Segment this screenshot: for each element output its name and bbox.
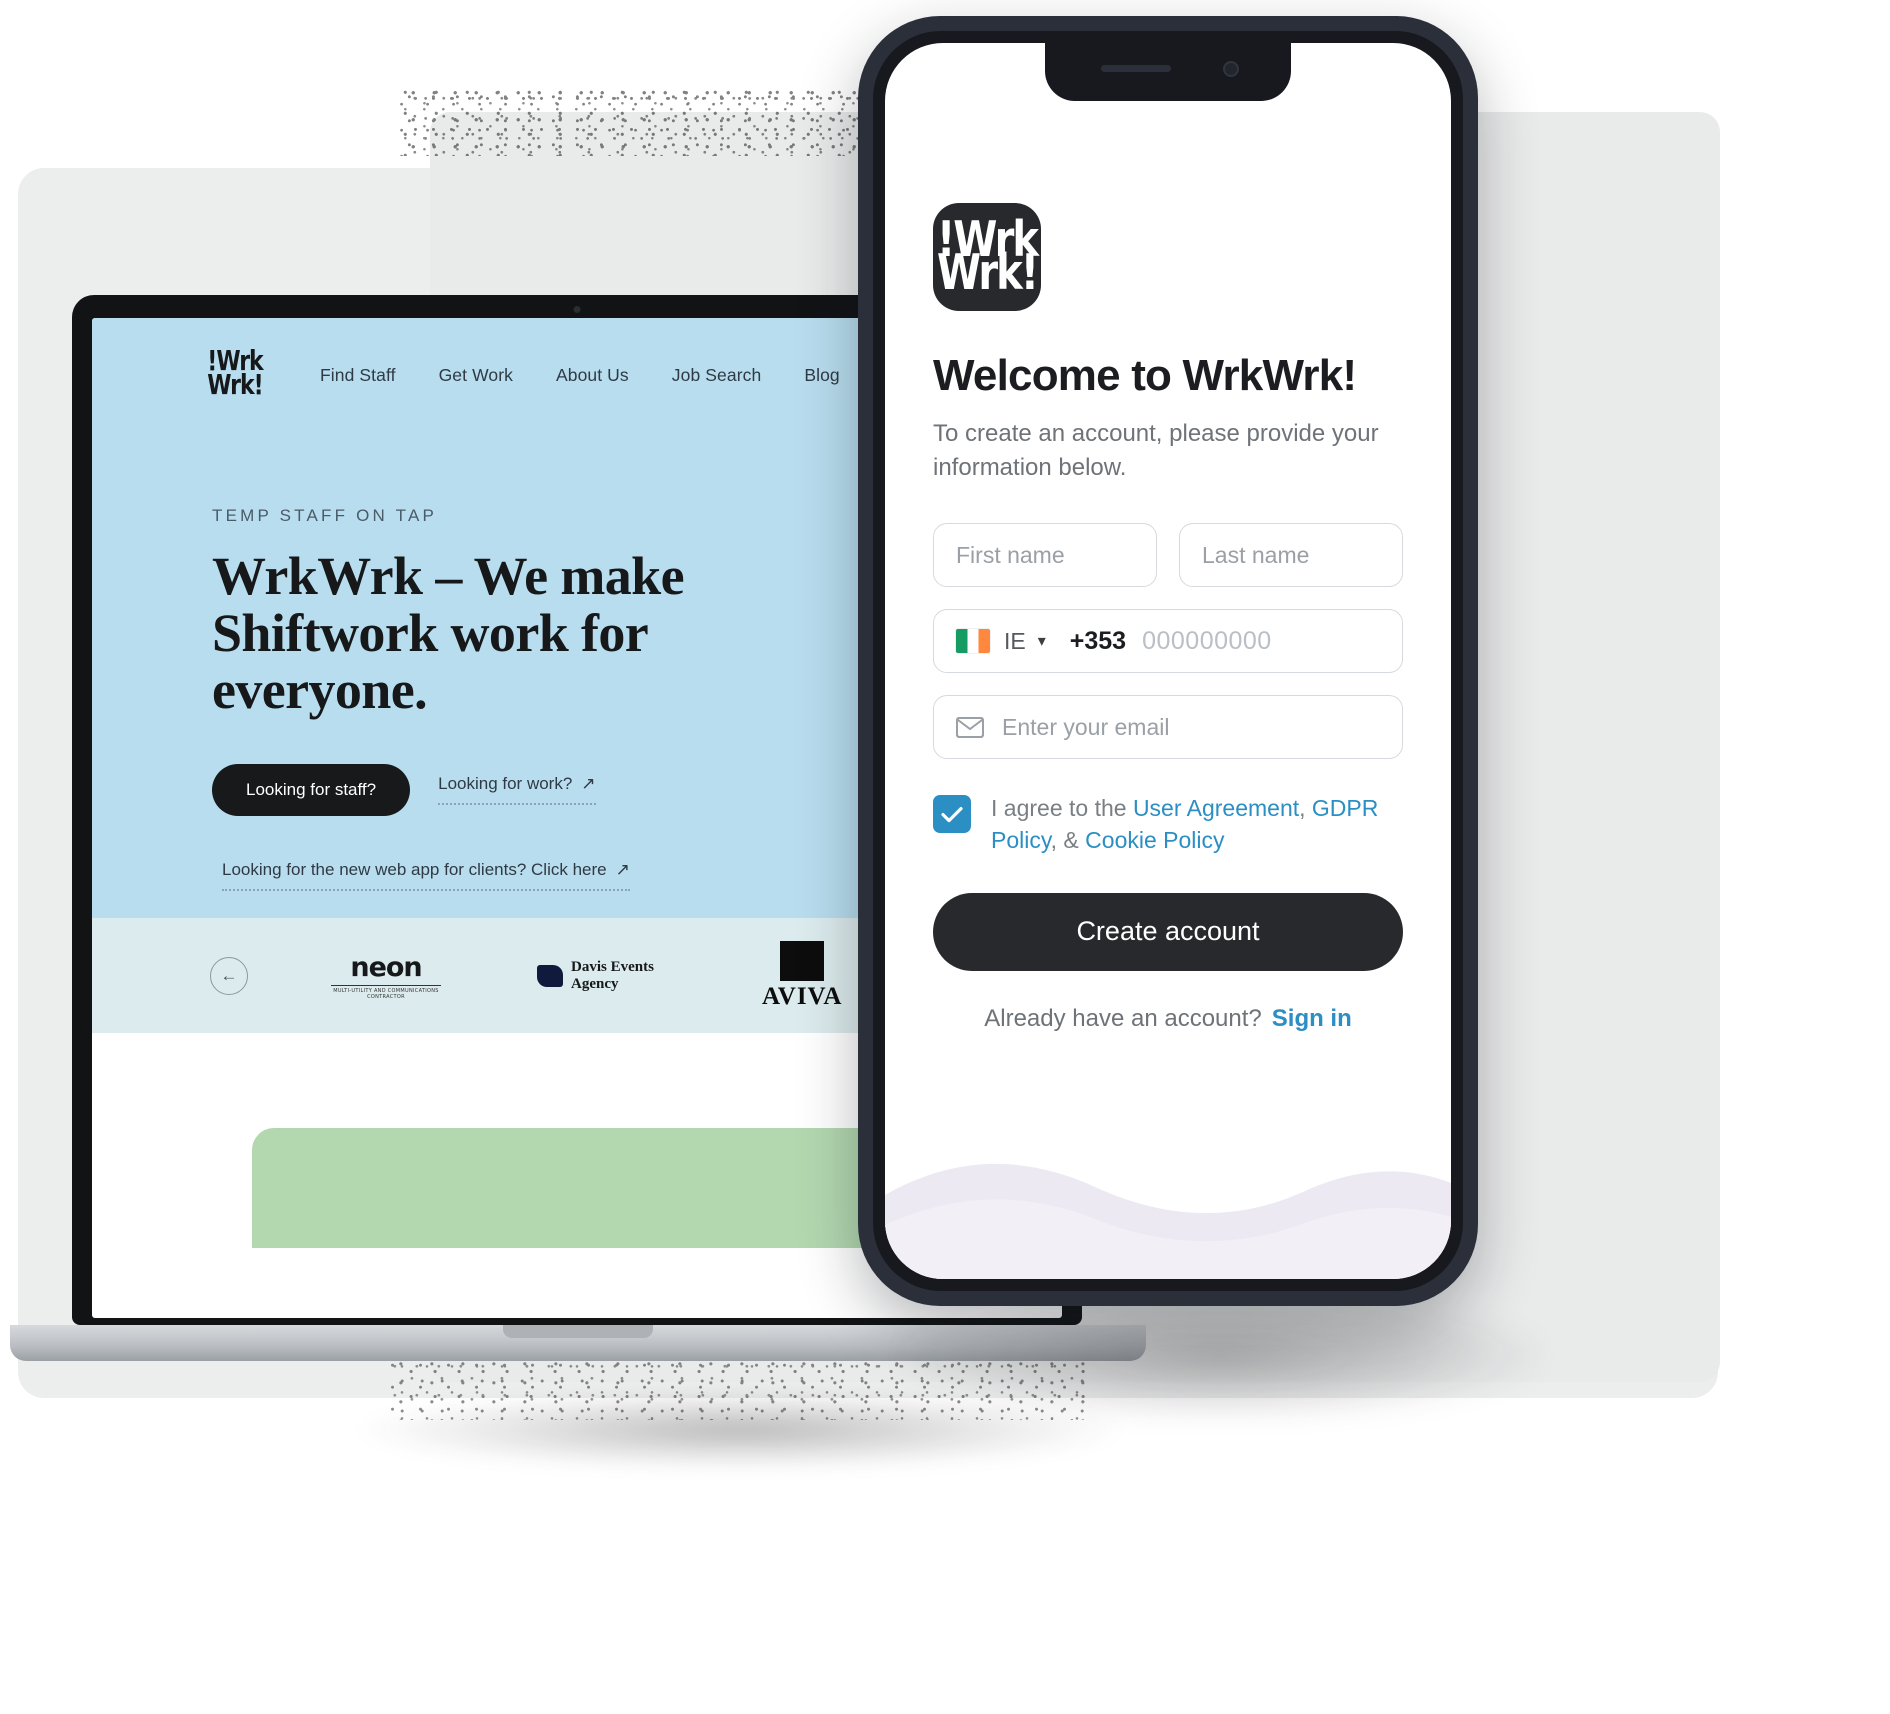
webcam-icon xyxy=(573,306,581,313)
welcome-subtitle: To create an account, please provide you… xyxy=(933,420,1379,482)
looking-for-work-label: Looking for work? xyxy=(438,774,573,794)
signin-prompt: Already have an account? xyxy=(984,1004,1262,1032)
looking-for-work-link[interactable]: Looking for work? ↗ xyxy=(438,774,596,806)
agreement-text: I agree to the User Agreement, GDPR Poli… xyxy=(991,793,1403,856)
last-name-input[interactable]: Last name xyxy=(1179,523,1403,588)
arrow-up-right-icon: ↗ xyxy=(615,859,630,879)
app-logo-line-2: Wrk! xyxy=(937,244,1039,301)
nav-item-find-staff[interactable]: Find Staff xyxy=(320,365,396,386)
welcome-title: Welcome to WrkWrk! xyxy=(933,351,1357,400)
logo-line-2: Wrk! xyxy=(207,370,263,402)
nav-item-job-search[interactable]: Job Search xyxy=(672,365,762,386)
iphone-device: !Wrk Wrk! Welcome to WrkWrk! To create a… xyxy=(858,16,1478,1306)
phone-number-input[interactable]: IE ▾ +353 000000000 xyxy=(933,609,1403,674)
phone-number-placeholder: 000000000 xyxy=(1142,626,1272,655)
signup-form: !Wrk Wrk! Welcome to WrkWrk! To create a… xyxy=(885,43,1451,1033)
agreement-sep-1: , xyxy=(1299,795,1312,822)
logo-aviva: AVIVA xyxy=(761,940,843,1011)
davis-mark-icon xyxy=(537,964,563,987)
dial-code-label: +353 xyxy=(1069,626,1127,655)
nav-links: Find Staff Get Work About Us Job Search … xyxy=(320,365,939,386)
email-placeholder: Enter your email xyxy=(1002,713,1170,740)
wrkwrk-app-logo: !Wrk Wrk! xyxy=(933,203,1041,311)
iphone-screen: !Wrk Wrk! Welcome to WrkWrk! To create a… xyxy=(885,43,1451,1279)
email-input[interactable]: Enter your email xyxy=(933,695,1403,760)
create-account-button[interactable]: Create account xyxy=(933,892,1403,971)
agreement-checkbox[interactable] xyxy=(933,795,971,834)
sign-in-link[interactable]: Sign in xyxy=(1272,1005,1352,1032)
check-icon xyxy=(941,806,963,822)
ireland-flag-icon xyxy=(956,629,990,654)
iphone-notch xyxy=(1045,43,1291,101)
arrow-left-icon[interactable]: ← xyxy=(210,956,248,995)
first-name-input[interactable]: First name xyxy=(933,523,1157,588)
earpiece-speaker-icon xyxy=(1101,65,1171,72)
phone-floor-shadow xyxy=(900,1290,1540,1420)
front-camera-icon xyxy=(1223,61,1239,77)
wrkwrk-logo[interactable]: !Wrk Wrk! xyxy=(207,339,263,412)
country-code-label: IE xyxy=(1004,627,1026,654)
hero-headline: WrkWrk – We make Shiftwork work for ever… xyxy=(212,546,685,721)
signin-row: Already have an account? Sign in xyxy=(933,1005,1403,1033)
macbook-base-notch xyxy=(503,1325,653,1338)
logo-neon-name: neon xyxy=(350,951,422,983)
logo-neon-sub: MULTI-UTILITY AND COMMUNICATIONS CONTRAC… xyxy=(331,984,441,1000)
cookie-policy-link[interactable]: Cookie Policy xyxy=(1085,827,1224,853)
decorative-wave xyxy=(885,1163,1451,1279)
chevron-down-icon[interactable]: ▾ xyxy=(1038,631,1046,651)
logo-aviva-name: AVIVA xyxy=(761,982,843,1010)
logo-neon: neon MULTI-UTILITY AND COMMUNICATIONS CO… xyxy=(331,952,441,1000)
composition-stage: !Wrk Wrk! Find Staff Get Work About Us J… xyxy=(0,0,1890,1714)
nav-item-blog[interactable]: Blog xyxy=(804,365,839,386)
agreement-sep-2: , & xyxy=(1050,826,1086,853)
agreement-row: I agree to the User Agreement, GDPR Poli… xyxy=(933,793,1403,856)
aviva-mark-icon xyxy=(780,940,825,981)
nav-item-get-work[interactable]: Get Work xyxy=(439,365,513,386)
arrow-up-right-icon: ↗ xyxy=(581,774,596,794)
agreement-prefix: I agree to the xyxy=(991,795,1133,822)
looking-for-staff-button[interactable]: Looking for staff? xyxy=(212,763,411,816)
nav-item-about-us[interactable]: About Us xyxy=(556,365,629,386)
logo-davis-sub: Agency xyxy=(571,975,619,992)
user-agreement-link[interactable]: User Agreement xyxy=(1133,795,1299,821)
webapp-link[interactable]: Looking for the new web app for clients?… xyxy=(222,860,630,891)
webapp-link-label: Looking for the new web app for clients?… xyxy=(222,859,607,879)
iphone-bezel: !Wrk Wrk! Welcome to WrkWrk! To create a… xyxy=(873,31,1463,1291)
logo-davis-events: Davis Events Agency xyxy=(537,959,654,992)
logo-davis-name: Davis Events xyxy=(571,959,654,975)
envelope-icon xyxy=(956,716,984,738)
name-fields-row: First name Last name xyxy=(933,523,1403,588)
